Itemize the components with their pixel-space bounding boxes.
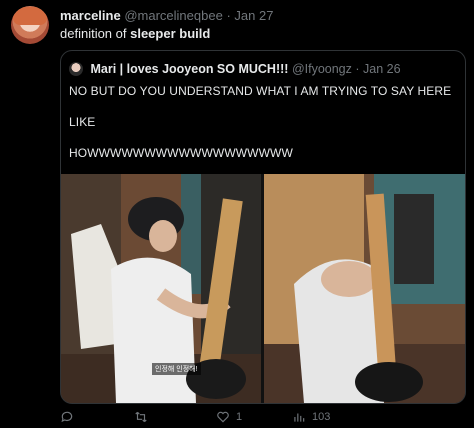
avatar[interactable] — [11, 6, 49, 44]
like-icon — [217, 411, 229, 423]
retweet-icon — [135, 411, 147, 423]
tweet-text-plain: definition of — [60, 26, 131, 41]
views-icon — [294, 413, 305, 422]
media-image-right[interactable] — [264, 174, 465, 403]
like-count: 1 — [236, 411, 243, 423]
tweet-header: marceline @marcelineqbee · Jan 27 — [60, 8, 273, 24]
tweet-text: definition of sleeper build — [60, 26, 210, 42]
media-caption: 인정해 인정해! — [152, 363, 201, 375]
reply-icon — [61, 411, 73, 423]
quoted-author-name[interactable]: Mari | loves Jooyeon SO MUCH!!! — [90, 62, 288, 76]
reply-button[interactable] — [60, 410, 80, 424]
like-button[interactable]: 1 — [216, 410, 242, 424]
quoted-text-line-1: NO BUT DO YOU UNDERSTAND WHAT I AM TRYIN… — [69, 84, 452, 98]
quoted-separator: · — [355, 62, 360, 76]
author-handle[interactable]: @marcelineqbee — [124, 8, 222, 23]
action-bar: 1 103 — [60, 410, 464, 426]
views-button[interactable]: 103 — [292, 410, 330, 424]
quoted-header: Mari | loves Jooyeon SO MUCH!!! @Ifyoong… — [69, 61, 401, 77]
tweet-date[interactable]: Jan 27 — [234, 8, 273, 23]
tweet-text-bold: sleeper build — [130, 26, 211, 41]
quoted-tweet[interactable]: Mari | loves Jooyeon SO MUCH!!! @Ifyoong… — [60, 50, 466, 404]
quoted-media[interactable]: 인정해 인정해! — [61, 174, 465, 403]
retweet-button[interactable] — [134, 410, 154, 424]
meta-separator: · — [226, 8, 231, 23]
author-name[interactable]: marceline — [60, 8, 121, 23]
quoted-text-line-2: LIKE — [69, 115, 96, 129]
quoted-text-line-3: HOWWWWWWWWWWWWWWWWWW — [69, 146, 293, 160]
views-count: 103 — [312, 411, 331, 423]
quoted-date[interactable]: Jan 26 — [363, 62, 401, 76]
quoted-avatar[interactable] — [69, 62, 83, 76]
media-image-left[interactable]: 인정해 인정해! — [61, 174, 261, 403]
quoted-author-handle[interactable]: @Ifyoongz — [292, 62, 352, 76]
